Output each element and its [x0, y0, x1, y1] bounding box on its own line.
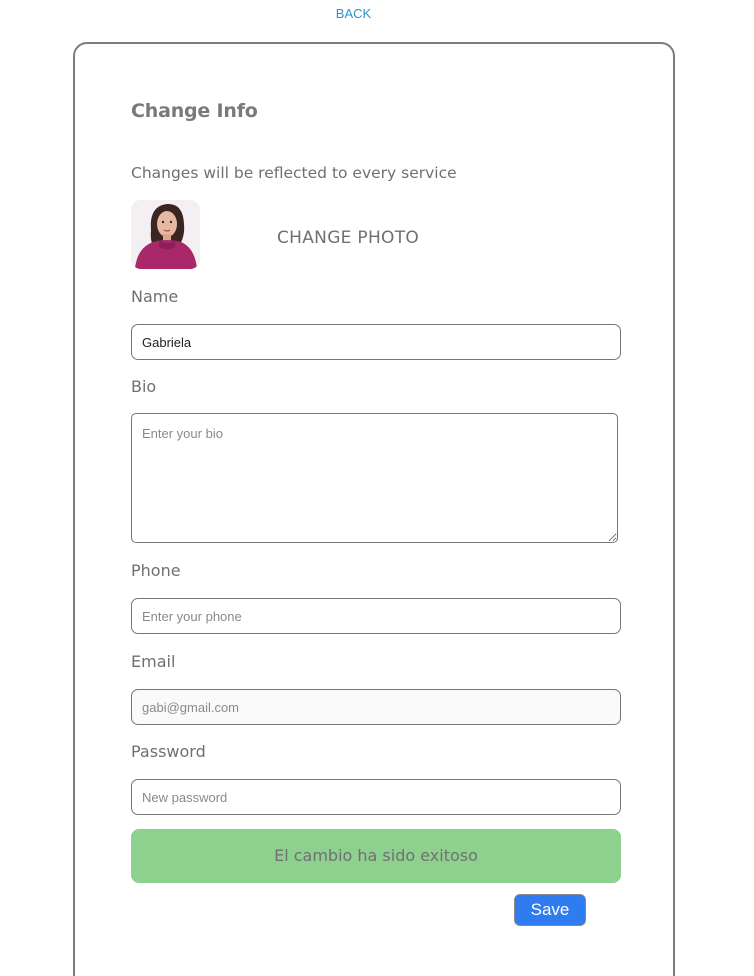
name-input[interactable] — [131, 324, 621, 360]
subtitle: Changes will be reflected to every servi… — [131, 164, 457, 182]
email-input[interactable] — [131, 689, 621, 725]
password-input[interactable] — [131, 779, 621, 815]
name-label: Name — [131, 287, 179, 306]
bio-label: Bio — [131, 377, 157, 396]
phone-input[interactable] — [131, 598, 621, 634]
back-link[interactable]: BACK — [0, 6, 707, 21]
email-label: Email — [131, 652, 176, 671]
change-photo-button[interactable]: CHANGE PHOTO — [277, 228, 419, 248]
page-title: Change Info — [131, 100, 258, 122]
phone-label: Phone — [131, 561, 181, 580]
profile-photo-icon — [131, 200, 200, 269]
save-button[interactable]: Save — [514, 894, 586, 926]
success-message: El cambio ha sido exitoso — [131, 829, 621, 883]
change-info-card: Change Info Changes will be reflected to… — [73, 42, 675, 976]
password-label: Password — [131, 742, 206, 761]
avatar[interactable] — [131, 200, 200, 269]
page: BACK Change Info Changes will be reflect… — [0, 0, 754, 976]
bio-textarea[interactable] — [131, 413, 618, 543]
